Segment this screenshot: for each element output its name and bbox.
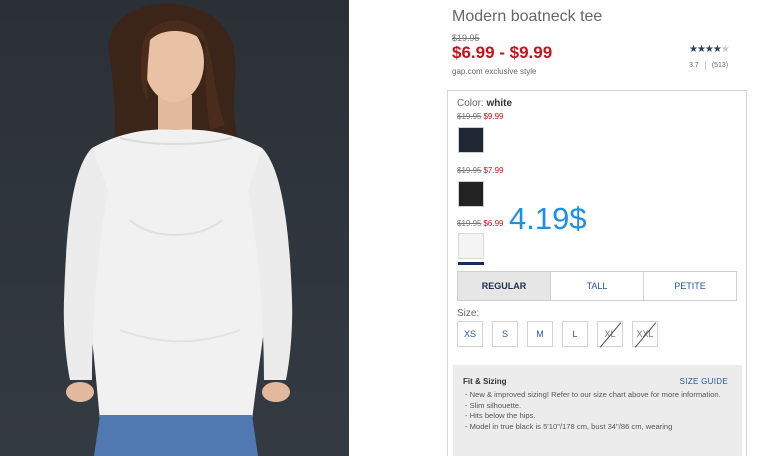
size-label: Size: [457,308,480,319]
size-m-button[interactable]: M [527,321,553,347]
selected-swatch-indicator [458,262,484,265]
size-xxl-button[interactable]: XXL [632,321,658,347]
empty-star-icon: ★ [720,44,730,55]
swatch-new-price: $6.99 [483,219,504,228]
size-s-button[interactable]: S [492,321,518,347]
list-item: Slim silhouette. [463,401,732,412]
divider [704,61,706,70]
fit-tabs: REGULAR TALL PETITE [457,271,737,301]
color-label-text: Color: [457,98,484,109]
swatch-black[interactable] [458,181,484,207]
list-item: Model in true black is 5'10"/178 cm, bus… [463,422,732,433]
product-title: Modern boatneck tee [452,8,603,25]
exclusive-note: gap.com exclusive style [452,67,537,76]
swatch-old-price: $19.95 [457,166,482,175]
sale-price: $6.99 - $9.99 [452,43,553,62]
list-item: New & improved sizing! Refer to our size… [463,390,732,401]
swatch-new-price: $9.99 [483,112,504,121]
swatch-old-price: $19.95 [457,219,482,228]
size-options: XS S M L XL XXL [457,321,658,347]
tab-petite[interactable]: PETITE [643,272,736,300]
color-label: Color: white [457,98,512,109]
swatch-white[interactable] [458,233,484,259]
rating-score: 3.7 [689,62,699,69]
rating-widget[interactable]: ★★★★★ 3.7 (513) [689,44,749,70]
original-price: $19.95 [452,33,480,43]
fit-bullets: New & improved sizing! Refer to our size… [463,390,732,432]
product-photo[interactable] [0,0,349,456]
swatch-price-navy: $19.95 $9.99 [457,112,504,121]
overlay-price: 4.19$ [509,201,587,236]
size-guide-link[interactable]: SIZE GUIDE [680,377,728,386]
size-xl-button[interactable]: XL [597,321,623,347]
size-xs-button[interactable]: XS [457,321,483,347]
star-rating-icon: ★★★★★ [689,44,749,55]
swatch-new-price: $7.99 [483,166,504,175]
tab-regular[interactable]: REGULAR [458,272,550,300]
model-illustration [63,3,293,456]
product-options-panel: Color: white $19.95 $9.99 $19.95 $7.99 $19… [447,90,747,456]
list-item: Hits below the hips. [463,411,732,422]
filled-stars: ★★★★ [689,44,722,55]
tab-tall[interactable]: TALL [550,272,643,300]
swatch-price-white: $19.95 $6.99 [457,219,504,228]
swatch-old-price: $19.95 [457,112,482,121]
swatch-navy[interactable] [458,127,484,153]
swatch-price-black: $19.95 $7.99 [457,166,504,175]
review-count[interactable]: (513) [712,62,728,69]
selected-color: white [486,98,513,109]
size-l-button[interactable]: L [562,321,588,347]
fit-sizing-section: Fit & Sizing SIZE GUIDE New & improved s… [453,365,742,456]
